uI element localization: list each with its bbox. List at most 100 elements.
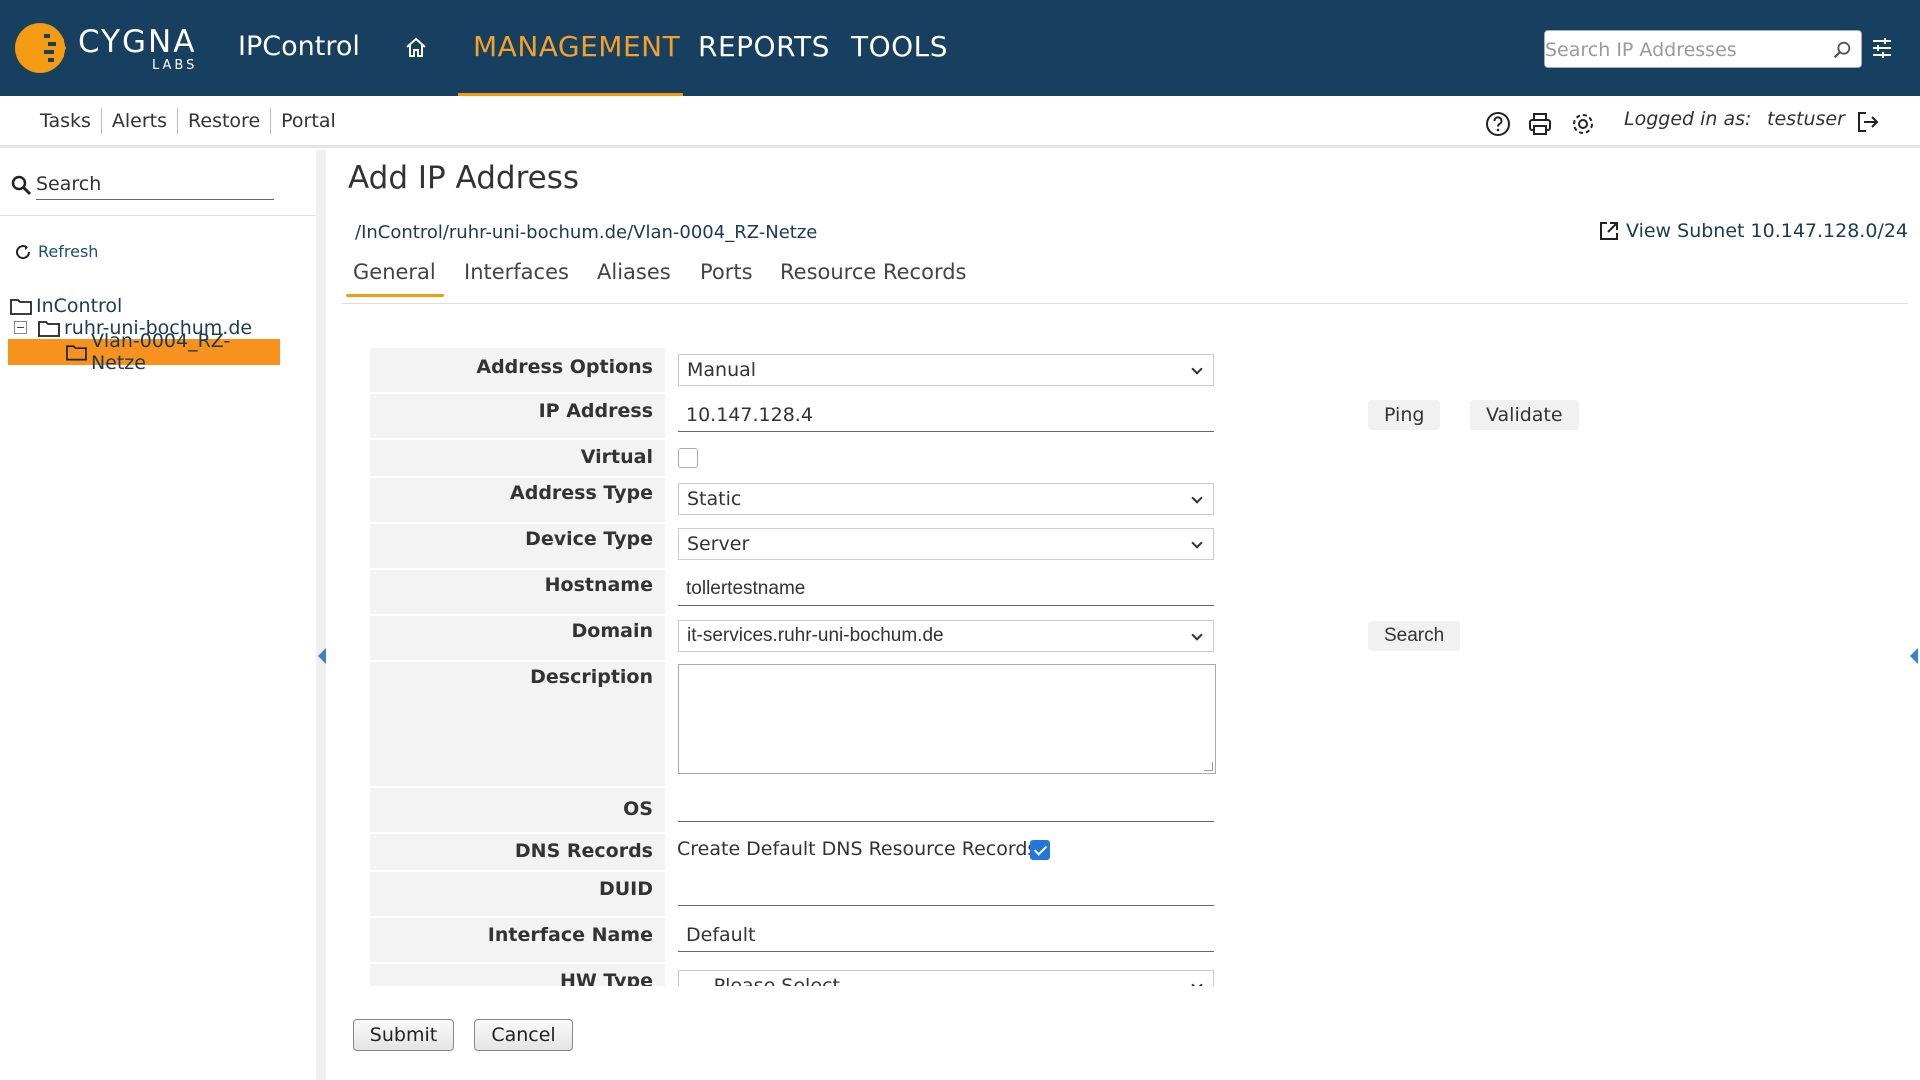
label-os: OS — [623, 798, 653, 820]
label-address-options: Address Options — [476, 356, 653, 378]
refresh-label: Refresh — [38, 242, 99, 261]
page-title: Add IP Address — [348, 160, 580, 196]
tab-interfaces[interactable]: Interfaces — [464, 260, 569, 284]
label-domain: Domain — [571, 620, 653, 642]
duid-field[interactable] — [678, 872, 1214, 906]
sidebar: Refresh InControl ruhr-uni-bochum.de Vla… — [0, 150, 316, 1080]
domain-search-button[interactable]: Search — [1368, 621, 1461, 651]
interface-name-field[interactable]: Default — [678, 918, 1214, 952]
validate-button[interactable]: Validate — [1470, 400, 1579, 430]
device-type-select[interactable]: Server — [678, 528, 1214, 560]
tree-search-input[interactable] — [36, 168, 274, 200]
row-address-type: Address Type — [370, 476, 665, 522]
view-subnet-link[interactable]: View Subnet 10.147.128.0/24 — [1598, 220, 1908, 242]
subnav-alerts[interactable]: Alerts — [102, 108, 179, 134]
cancel-button[interactable]: Cancel — [474, 1019, 573, 1051]
domain-select[interactable]: it-services.ruhr-uni-bochum.de — [678, 620, 1214, 652]
label-device-type: Device Type — [525, 528, 653, 550]
search-icon — [11, 175, 32, 196]
print-icon[interactable] — [1526, 110, 1554, 138]
ping-button[interactable]: Ping — [1368, 400, 1441, 430]
tree-item-vlan-selected[interactable]: Vlan-0004_RZ-Netze — [8, 330, 280, 374]
hw-type-select[interactable]: --- Please Select --- — [678, 970, 1214, 986]
logged-in-label: Logged in as: — [1624, 108, 1752, 130]
sidebar-divider — [0, 215, 316, 216]
label-hw-type: HW Type — [559, 970, 653, 986]
ip-search-input[interactable] — [1545, 35, 1825, 65]
row-hostname: Hostname — [370, 568, 665, 614]
address-type-select[interactable]: Static — [678, 483, 1214, 515]
description-textarea[interactable] — [678, 664, 1216, 774]
subnav: Tasks Alerts Restore Portal — [30, 108, 346, 134]
collapse-sidebar-icon[interactable] — [318, 648, 326, 664]
row-domain: Domain — [370, 614, 665, 660]
tab-active-indicator — [346, 294, 444, 297]
tab-resource-records[interactable]: Resource Records — [780, 260, 966, 284]
tab-general[interactable]: General — [353, 260, 436, 284]
os-field[interactable] — [678, 788, 1214, 822]
gear-icon[interactable] — [1569, 110, 1597, 138]
top-nav-bar: CYGNA LABS IPControl MANAGEMENT REPORTS … — [0, 0, 1920, 97]
logo-text: CYGNA — [78, 24, 197, 60]
address-options-select[interactable]: Manual — [678, 354, 1214, 386]
submit-button[interactable]: Submit — [353, 1019, 454, 1051]
row-description: Description — [370, 660, 665, 786]
folder-icon — [66, 345, 87, 361]
dns-records-text: Create Default DNS Resource Records: — [677, 838, 1044, 860]
nav-management[interactable]: MANAGEMENT — [473, 30, 680, 63]
breadcrumb[interactable]: /InControl/ruhr-uni-bochum.de/Vlan-0004_… — [355, 222, 817, 243]
label-address-type: Address Type — [510, 482, 653, 504]
sidebar-resizer[interactable] — [316, 150, 326, 1080]
logout-icon[interactable] — [1855, 109, 1881, 135]
external-link-icon — [1600, 222, 1618, 240]
logo-subtext: LABS — [152, 58, 198, 73]
tree-item-label: Vlan-0004_RZ-Netze — [90, 330, 231, 374]
username: testuser — [1767, 108, 1845, 130]
tab-ports[interactable]: Ports — [700, 260, 753, 284]
row-ip-address: IP Address — [370, 392, 665, 438]
row-virtual: Virtual — [370, 438, 665, 476]
row-device-type: Device Type — [370, 522, 665, 568]
label-description: Description — [530, 666, 653, 688]
add-ip-form: Address Options Manual IP Address 10.147… — [370, 346, 1910, 986]
subnav-tasks[interactable]: Tasks — [30, 108, 102, 134]
help-icon[interactable] — [1484, 110, 1512, 138]
row-duid: DUID — [370, 870, 665, 916]
subnav-portal[interactable]: Portal — [271, 108, 346, 134]
row-dns-records: DNS Records — [370, 832, 665, 870]
refresh-link[interactable]: Refresh — [14, 242, 98, 261]
ip-address-field[interactable]: 10.147.128.4 — [678, 398, 1214, 432]
app-name: IPControl — [238, 31, 360, 62]
row-hw-type: HW Type — [370, 962, 665, 986]
row-os: OS — [370, 786, 665, 832]
ip-search-box — [1544, 30, 1862, 68]
view-subnet-label: View Subnet 10.147.128.0/24 — [1626, 220, 1909, 242]
folder-icon — [38, 321, 60, 337]
cygna-logo-icon — [15, 23, 66, 73]
label-dns-records: DNS Records — [514, 840, 653, 862]
filter-settings-icon[interactable] — [1870, 36, 1894, 60]
label-virtual: Virtual — [580, 446, 653, 468]
hostname-field[interactable]: tollertestname — [678, 572, 1214, 606]
refresh-icon — [16, 244, 31, 259]
folder-icon — [10, 299, 32, 315]
secondary-nav-bar: Tasks Alerts Restore Portal Logged in as… — [0, 96, 1920, 148]
virtual-checkbox[interactable] — [678, 448, 698, 468]
tree-item-label: InControl — [36, 295, 123, 317]
tree-collapse-toggle[interactable] — [14, 321, 27, 334]
row-address-options: Address Options — [370, 346, 665, 392]
label-hostname: Hostname — [544, 574, 653, 596]
subnav-restore[interactable]: Restore — [178, 108, 272, 134]
tab-bar: General Interfaces Aliases Ports Resourc… — [342, 258, 1908, 304]
home-icon[interactable] — [404, 36, 428, 60]
label-duid: DUID — [598, 878, 653, 900]
nav-tools[interactable]: TOOLS — [851, 30, 948, 63]
label-interface-name: Interface Name — [487, 924, 653, 946]
row-interface-name: Interface Name — [370, 916, 665, 962]
expand-panel-icon[interactable] — [1910, 648, 1918, 664]
dns-records-checkbox[interactable] — [1030, 840, 1050, 860]
label-ip-address: IP Address — [538, 400, 653, 422]
search-icon[interactable] — [1831, 39, 1853, 61]
nav-reports[interactable]: REPORTS — [698, 30, 830, 63]
tab-aliases[interactable]: Aliases — [597, 260, 671, 284]
